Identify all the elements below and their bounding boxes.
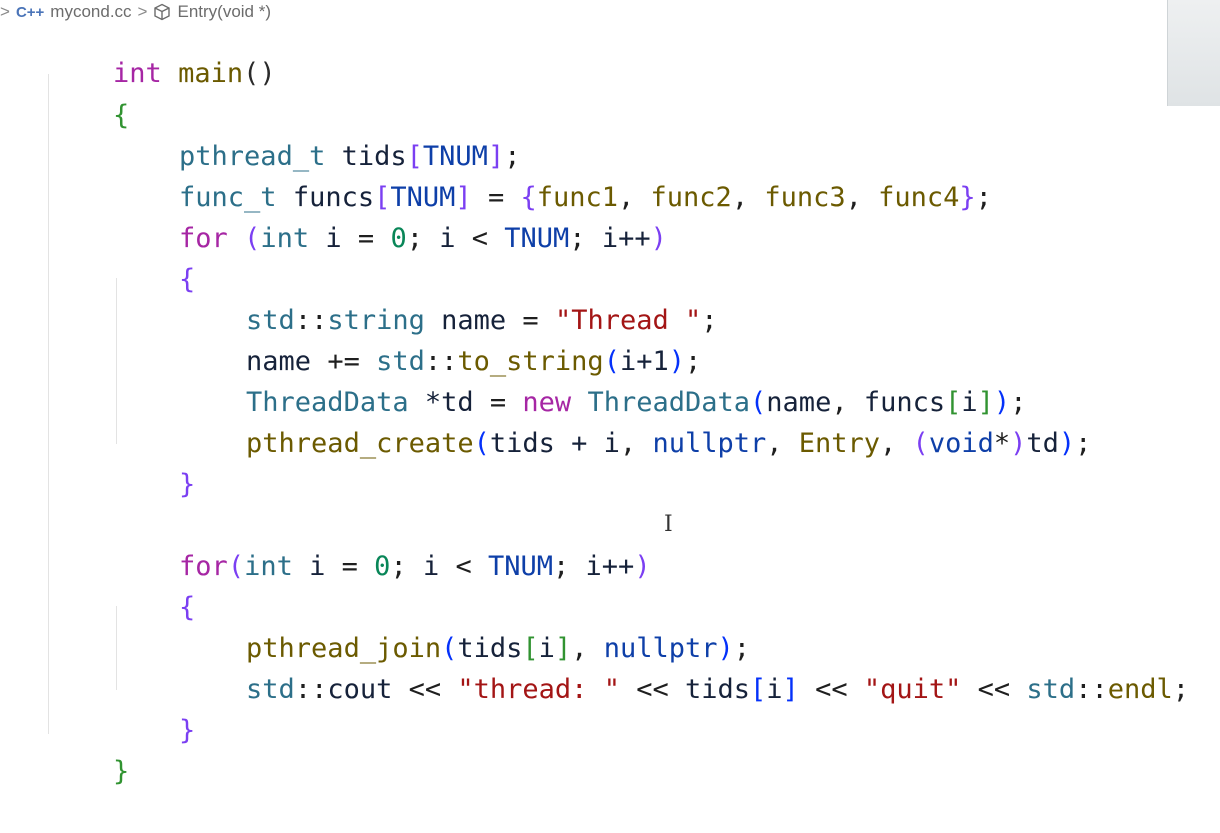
token-number: 0 [374, 551, 391, 582]
token-var: tids [684, 674, 751, 705]
code-line[interactable]: } [48, 710, 129, 787]
token-var: i [766, 674, 783, 705]
token-function: pthread_create [246, 428, 474, 459]
chevron-right-icon: > [0, 2, 10, 21]
breadcrumb-symbol[interactable]: Entry(void *) [177, 2, 271, 22]
token-namespace: std [246, 674, 295, 705]
token-type: int [244, 551, 293, 582]
token-var: i++ [601, 223, 651, 254]
breadcrumb: > C++ mycond.cc > Entry(void *) [0, 0, 1160, 24]
code-line[interactable]: } [114, 669, 195, 746]
cpp-file-icon: C++ [15, 3, 45, 21]
code-line[interactable]: ThreadData *td = new ThreadData(name, fu… [181, 341, 1026, 418]
code-line[interactable]: for (int i = 0; i < TNUM; i++) [114, 177, 667, 254]
code-line[interactable]: pthread_t tids[TNUM]; [114, 95, 520, 172]
token-var: i [325, 223, 342, 254]
token-var: cout [327, 674, 393, 705]
token-macro: TNUM [504, 223, 570, 254]
token-var: i++ [585, 551, 635, 582]
code-line[interactable]: { [114, 546, 195, 623]
token-type: int [260, 223, 310, 254]
token-function: Entry [798, 428, 881, 459]
token-var: i [422, 551, 440, 582]
token-brace: } [179, 715, 196, 746]
token-function: func4 [878, 182, 960, 213]
token-var: td [1026, 428, 1059, 459]
token-keyword: nullptr [652, 428, 767, 459]
code-line[interactable]: { [114, 218, 195, 295]
token-type: void [928, 428, 994, 459]
token-var: i [439, 223, 456, 254]
token-namespace: std [1026, 674, 1076, 705]
code-line[interactable]: std::cout << "thread: " << tids[i] << "q… [181, 628, 1189, 705]
method-cube-icon [154, 3, 171, 21]
webcam-overlay [1167, 0, 1220, 106]
code-editor[interactable]: int main() { pthread_t tids[TNUM]; func_… [0, 24, 1220, 800]
code-line[interactable]: { [48, 54, 129, 131]
token-punct: () [243, 58, 276, 89]
text-cursor-icon: I [664, 512, 673, 537]
token-var: tids + i [489, 428, 620, 459]
code-line[interactable]: name += std::to_string(i+1); [181, 300, 701, 377]
token-macro: TNUM [488, 551, 554, 582]
token-function: func3 [764, 182, 846, 213]
code-line[interactable]: std::string name = "Thread "; [181, 259, 718, 336]
token-brace: } [113, 756, 130, 787]
token-function: endl [1107, 674, 1173, 705]
token-string: "quit" [863, 674, 962, 705]
code-line[interactable]: pthread_create(tids + i, nullptr, Entry,… [181, 382, 1091, 459]
code-line[interactable]: for(int i = 0; i < TNUM; i++) [114, 505, 651, 582]
code-line[interactable]: func_t funcs[TNUM] = {func1, func2, func… [114, 136, 992, 213]
code-line[interactable]: pthread_join(tids[i], nullptr); [181, 587, 750, 664]
token-var: i [309, 551, 326, 582]
token-string: "thread: " [457, 674, 620, 705]
token-function: main [178, 58, 244, 89]
token-number: 0 [390, 223, 407, 254]
token-brace: } [179, 469, 196, 500]
code-line[interactable]: } [114, 423, 195, 500]
breadcrumb-file[interactable]: mycond.cc [50, 2, 131, 22]
chevron-right-icon: > [137, 2, 148, 21]
